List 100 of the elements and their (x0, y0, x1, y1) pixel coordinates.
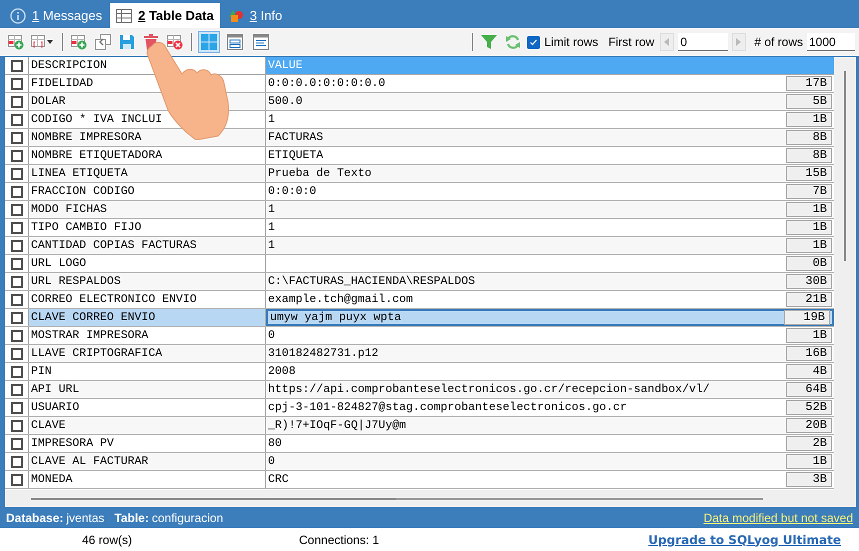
table-row[interactable]: MONEDA CRC 3B (5, 471, 834, 489)
row-checkbox[interactable] (10, 294, 22, 306)
row-count-field[interactable]: 1000 (807, 33, 855, 51)
database-name: jventas (66, 510, 104, 526)
table-row[interactable]: FIDELIDAD 0:0:0.0:0:0:0:0.0 17B (5, 75, 834, 93)
tab[interactable]: 2 Table Data (110, 3, 220, 28)
size-badge[interactable]: 3B (786, 472, 832, 487)
row-checkbox[interactable] (10, 222, 22, 234)
limit-rows-checkbox[interactable] (527, 36, 540, 48)
size-badge[interactable]: 8B (786, 148, 832, 163)
table-row[interactable]: MOSTRAR IMPRESORA 0 1B (5, 327, 834, 345)
row-checkbox[interactable] (10, 96, 22, 108)
limit-rows-label: Limit rows (544, 34, 598, 51)
text-view-icon[interactable] (250, 31, 272, 53)
table-row[interactable]: LINEA ETIQUETA Prueba de Texto 15B (5, 165, 834, 183)
table-row[interactable]: MODO FICHAS 1 1B (5, 201, 834, 219)
table-cell-text: 1 (268, 202, 276, 218)
row-checkbox[interactable] (10, 438, 22, 450)
size-badge[interactable]: 2B (786, 436, 832, 451)
size-badge[interactable]: 1B (786, 202, 832, 217)
row-checkbox[interactable] (10, 258, 22, 270)
table-row[interactable]: NOMBRE IMPRESORA FACTURAS 8B (5, 129, 834, 147)
row-checkbox[interactable] (10, 240, 22, 252)
size-badge[interactable]: 21B (786, 292, 832, 307)
size-badge[interactable]: 7B (786, 184, 832, 199)
row-checkbox[interactable] (10, 366, 22, 378)
table-cell: LLAVE CRIPTOGRAFICA (29, 345, 266, 362)
size-badge[interactable]: 64B (786, 382, 832, 397)
size-badge[interactable]: 1B (786, 328, 832, 343)
table-name: configuracion (152, 510, 224, 526)
table-row[interactable]: URL RESPALDOS C:\FACTURAS_HACIENDA\RESPALDOS 30B (5, 273, 834, 291)
size-badge[interactable]: 1B (786, 238, 832, 253)
table-row[interactable]: CODIGO * IVA INCLUI 1 1B (5, 111, 834, 129)
copy-arrow-icon[interactable] (93, 32, 113, 52)
row-checkbox[interactable] (10, 456, 22, 468)
size-badge[interactable]: 1B (786, 112, 832, 127)
row-checkbox[interactable] (10, 78, 22, 90)
size-badge[interactable]: 30B (786, 274, 832, 289)
table-row[interactable]: IMPRESORA PV 80 2B (5, 435, 834, 453)
size-badge[interactable]: 5B (786, 94, 832, 109)
save-icon[interactable] (117, 32, 137, 52)
size-badge[interactable]: 0B (786, 256, 832, 271)
row-checkbox[interactable] (10, 348, 22, 360)
row-checkbox[interactable] (10, 474, 22, 486)
table-row[interactable]: CLAVE AL FACTURAR 0 1B (5, 453, 834, 471)
row-checkbox[interactable] (10, 330, 22, 342)
first-row-label: First row (608, 34, 654, 51)
first-row-field[interactable]: 0 (678, 33, 728, 51)
table-row[interactable]: API URL https://api.comprobanteselectronicos.go.cr/recepcion-sandbox/vl/ 64B (5, 381, 834, 399)
row-checkbox[interactable] (10, 312, 22, 324)
unsaved-notice-link[interactable]: Data modified but not saved (704, 508, 853, 526)
row-checkbox[interactable] (10, 168, 22, 180)
row-checkbox[interactable] (10, 186, 22, 198)
table-row[interactable]: NOMBRE ETIQUETADORA ETIQUETA 8B (5, 147, 834, 165)
size-badge[interactable]: 4B (786, 364, 832, 379)
upgrade-link[interactable]: Upgrade to SQLyog Ultimate (648, 530, 841, 548)
row-checkbox[interactable] (10, 204, 22, 216)
row-checkbox[interactable] (10, 276, 22, 288)
table-cell: FRACCION CODIGO (29, 183, 266, 200)
size-badge[interactable]: 17B (786, 76, 832, 91)
table-row[interactable]: LLAVE CRIPTOGRAFICA 310182482731.p12 16B (5, 345, 834, 363)
size-badge[interactable]: 16B (786, 346, 832, 361)
row-checkbox[interactable] (10, 60, 22, 72)
size-badge[interactable]: 1B (786, 220, 832, 235)
row-checkbox[interactable] (10, 114, 22, 126)
table-row[interactable]: URL LOGO 0B (5, 255, 834, 273)
table-row[interactable]: USUARIO cpj-3-101-824827@stag.comprobanteselectronicos.go.cr 52B (5, 399, 834, 417)
size-badge[interactable]: 20B (786, 418, 832, 433)
vertical-scrollbar[interactable] (844, 71, 846, 261)
table-row[interactable]: CLAVE CORREO ENVIO umyw yajm puyx wpta 19B (5, 309, 834, 327)
table-row[interactable]: CLAVE _R)!7+IOqF-GQ|J7Uy@m 20B (5, 417, 834, 435)
size-badge[interactable]: 52B (786, 400, 832, 415)
size-badge[interactable]: 8B (786, 130, 832, 145)
table-row[interactable]: TIPO CAMBIO FIJO 1 1B (5, 219, 834, 237)
database-label: Database: (6, 510, 64, 526)
table-row[interactable]: CORREO ELECTRONICO ENVIO example.tch@gmail.com 21B (5, 291, 834, 309)
table-cell-text: cpj-3-101-824827@stag.comprobanteselectronicos.go.cr (268, 400, 628, 416)
table-row[interactable]: CANTIDAD COPIAS FACTURAS 1 1B (5, 237, 834, 255)
table-row[interactable]: FRACCION CODIGO 0:0:0:0 7B (5, 183, 834, 201)
size-badge[interactable]: 1B (786, 454, 832, 469)
row-checkbox[interactable] (10, 402, 22, 414)
cancel-row-icon[interactable] (165, 32, 185, 52)
table-cell-text: example.tch@gmail.com (268, 292, 414, 308)
table-row[interactable]: DOLAR 500.0 5B (5, 93, 834, 111)
size-badge[interactable]: 19B (784, 310, 830, 325)
table-row[interactable]: PIN 2008 4B (5, 363, 834, 381)
tab[interactable]: 3 Info (222, 3, 288, 28)
table-cell: CLAVE (29, 417, 266, 434)
horizontal-scrollbar[interactable] (31, 498, 396, 500)
duplicate-row-icon[interactable] (69, 32, 89, 52)
add-row-icon[interactable] (6, 32, 26, 52)
form-view-icon[interactable] (224, 31, 246, 53)
tab[interactable]: 1 Messages (4, 3, 108, 28)
table-cell-text: 1 (268, 220, 276, 236)
size-badge[interactable]: 15B (786, 166, 832, 181)
table-cell: NOMBRE ETIQUETADORA (29, 147, 266, 164)
row-checkbox[interactable] (10, 132, 22, 144)
row-checkbox[interactable] (10, 420, 22, 432)
row-checkbox[interactable] (10, 384, 22, 396)
row-checkbox[interactable] (10, 150, 22, 162)
